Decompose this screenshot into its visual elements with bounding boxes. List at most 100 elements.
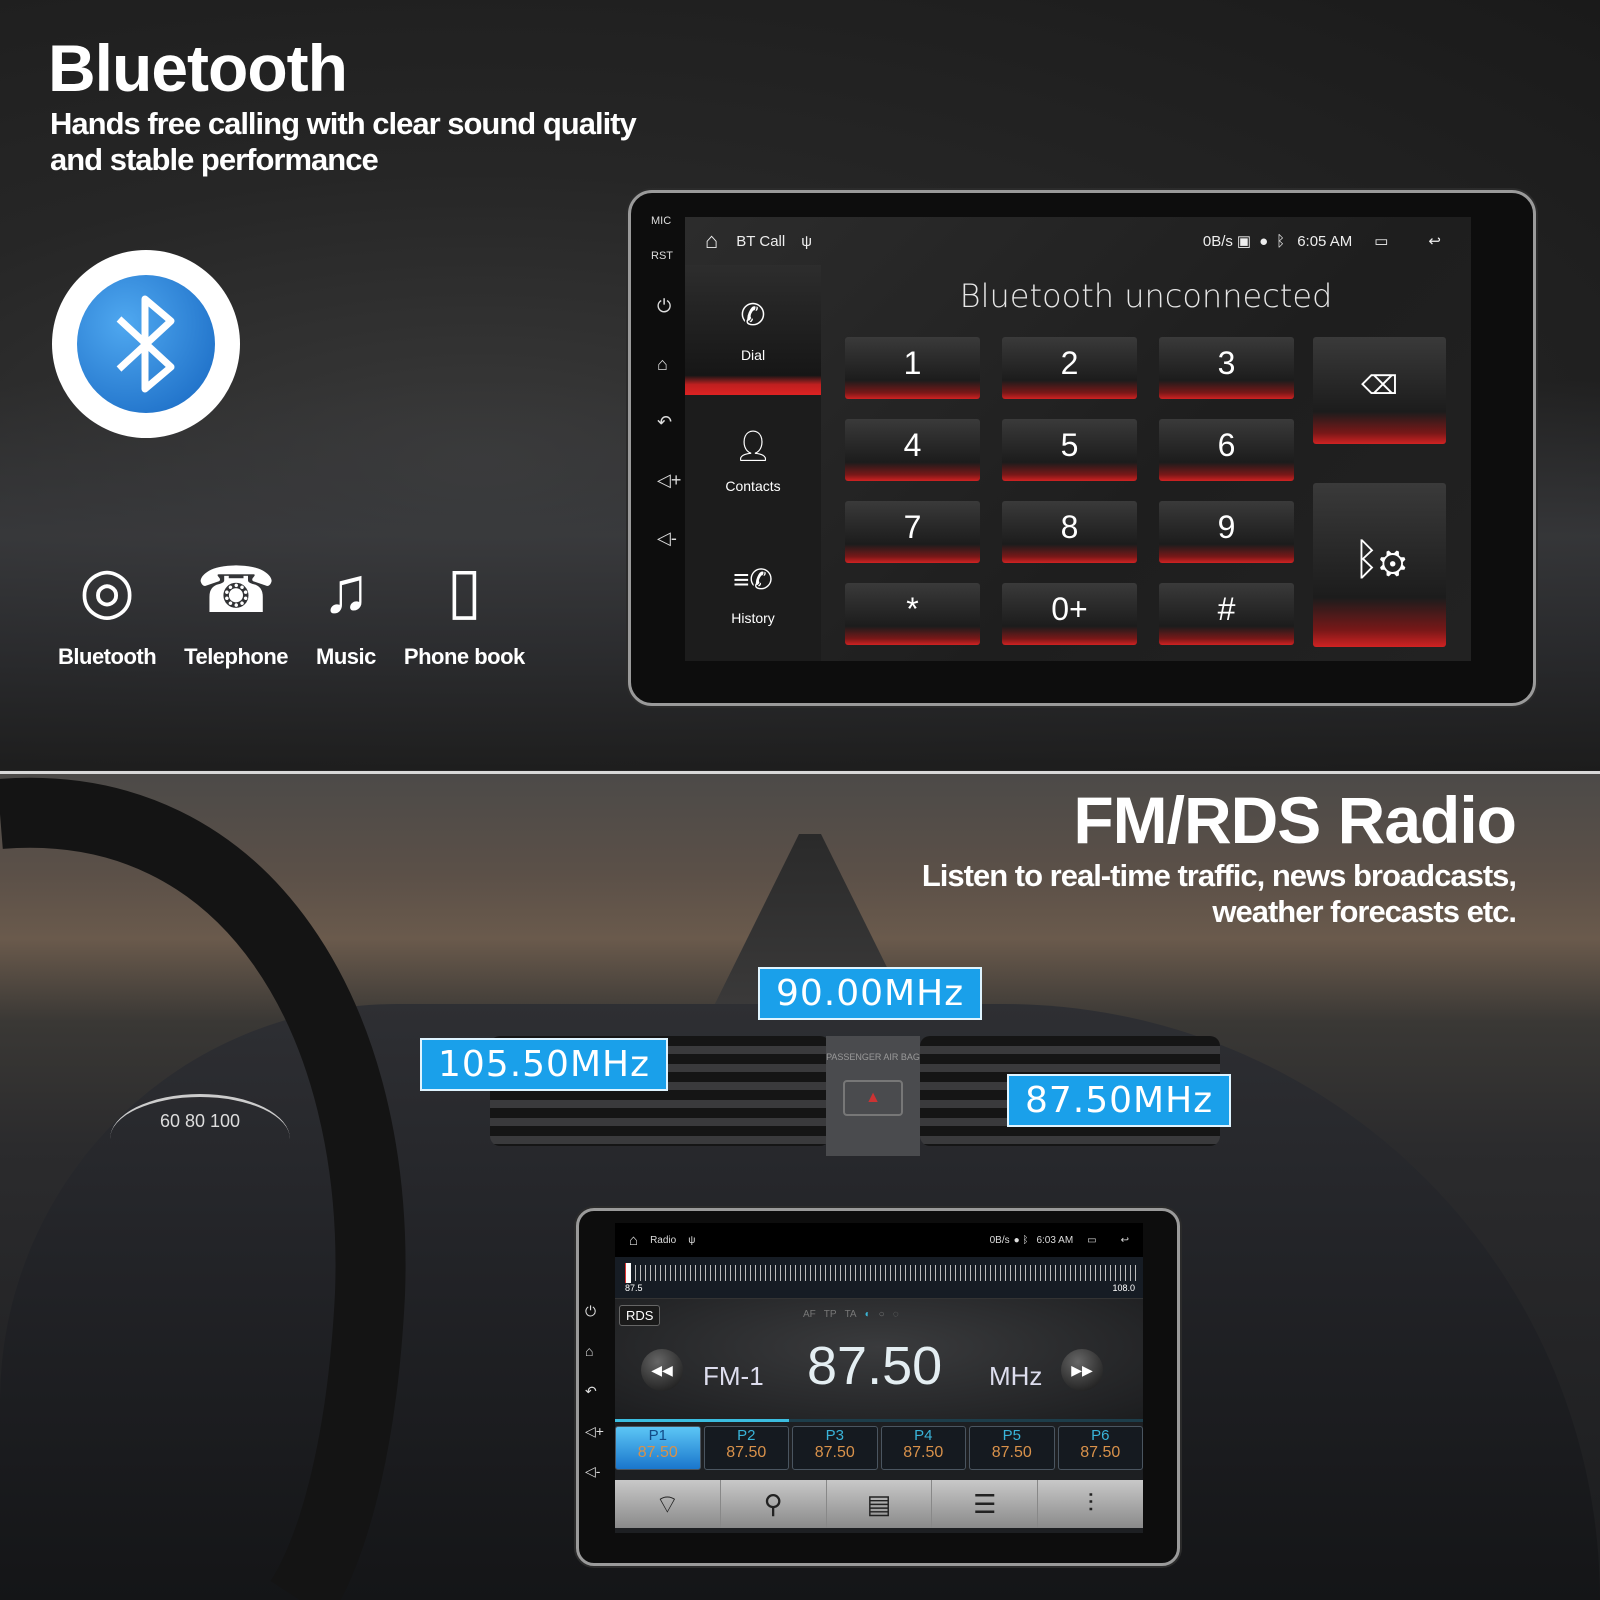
home-icon[interactable]: ⌂ xyxy=(585,1331,604,1371)
subtitle-line: weather forecasts etc. xyxy=(1212,894,1517,929)
list-search-button[interactable]: ☰ xyxy=(932,1480,1039,1528)
preset-3[interactable]: P3 87.50 xyxy=(792,1426,878,1470)
radio-title: FM/RDS Radio xyxy=(1073,783,1517,857)
save-button[interactable]: ▤ xyxy=(827,1480,933,1528)
back-icon[interactable]: ↶ xyxy=(657,393,677,451)
key-0-plus[interactable]: 0+ xyxy=(1002,583,1137,645)
seek-back-button[interactable]: ◀◀ xyxy=(641,1349,683,1391)
subtitle-line: Listen to real-time traffic, news broadc… xyxy=(921,858,1517,893)
volume-up-icon[interactable]: ◁+ xyxy=(657,451,681,509)
recent-apps-icon[interactable]: ▭ xyxy=(1087,1235,1096,1246)
nav-label: Dial xyxy=(740,346,766,363)
speedometer: 60 80 100 xyxy=(110,1094,290,1184)
key-4[interactable]: 4 xyxy=(845,419,980,481)
band-label: FM-1 xyxy=(703,1361,764,1391)
preset-value: 87.50 xyxy=(726,1444,767,1461)
preset-value: 87.50 xyxy=(637,1444,678,1461)
frequency-unit: MHz xyxy=(989,1361,1043,1391)
scale-ticks xyxy=(625,1265,1139,1281)
preset-6[interactable]: P6 87.50 xyxy=(1057,1426,1143,1470)
feature-label: Bluetooth xyxy=(58,644,157,669)
home-icon[interactable]: ⌂ xyxy=(629,1232,638,1249)
preset-value: 87.50 xyxy=(1080,1444,1121,1461)
key-7[interactable]: 7 xyxy=(845,501,980,563)
steering-wheel xyxy=(0,777,406,1600)
recent-apps-icon[interactable]: ▭ xyxy=(1374,232,1388,250)
key-3[interactable]: 3 xyxy=(1159,337,1294,399)
power-icon[interactable]: ⏻ xyxy=(657,277,677,335)
home-icon[interactable]: ⌂ xyxy=(705,228,718,254)
bluetooth-icon xyxy=(77,275,215,413)
bt-head-unit: MIC RST ⏻ ⌂ ↶ ◁+ ◁- ⌂ BT Call ψ 0B/s ▣ ●… xyxy=(628,190,1536,706)
loc-icon[interactable]: ◐ xyxy=(865,1309,871,1320)
frequency-callout: 87.50MHz xyxy=(1007,1074,1232,1127)
radio-screen: ⌂ Radio ψ 0B/s ● ᛒ 6:03 AM ▭ ↩ 87.5 108.… xyxy=(615,1223,1143,1533)
tuning-scale[interactable]: 87.5 108.0 xyxy=(615,1257,1143,1299)
key-hash[interactable]: # xyxy=(1159,583,1294,645)
location-icon: ● xyxy=(1259,232,1269,250)
key-8[interactable]: 8 xyxy=(1002,501,1137,563)
nav-history[interactable]: ≡✆ History xyxy=(685,528,821,661)
home-icon[interactable]: ⌂ xyxy=(657,335,677,393)
key-9[interactable]: 9 xyxy=(1159,501,1294,563)
signal-button[interactable]: ⌔ xyxy=(615,1480,721,1528)
search-icon: ⚲ xyxy=(763,1488,783,1519)
airbag-label: PASSENGER AIR BAG xyxy=(826,1052,920,1062)
equalizer-button[interactable]: ⫶ xyxy=(1038,1480,1143,1528)
preset-label: P5 xyxy=(1002,1427,1021,1444)
volume-down-icon[interactable]: ◁- xyxy=(585,1451,604,1491)
tp-flag[interactable]: TP xyxy=(824,1309,837,1320)
af-flag[interactable]: AF xyxy=(803,1309,816,1320)
preset-1[interactable]: P1 87.50 xyxy=(615,1426,701,1470)
app-name: BT Call xyxy=(736,232,786,250)
backspace-button[interactable]: ⌫ xyxy=(1313,337,1446,444)
hardware-buttons: ⏻ ⌂ ↶ ◁+ ◁- xyxy=(585,1291,604,1491)
radio-toolbar: ⌔ ⚲ ▤ ☰ ⫶ xyxy=(615,1480,1143,1528)
call-history-icon: ≡✆ xyxy=(733,564,773,595)
preset-value: 87.50 xyxy=(814,1444,855,1461)
nav-dial[interactable]: ✆ Dial xyxy=(685,265,821,395)
backspace-icon: ⌫ xyxy=(1361,370,1398,400)
bluetooth-section: Bluetooth Hands free calling with clear … xyxy=(0,0,1600,772)
key-2[interactable]: 2 xyxy=(1002,337,1137,399)
back-icon[interactable]: ↩ xyxy=(1121,1235,1129,1246)
ta-flag[interactable]: TA xyxy=(845,1309,857,1320)
nav-contacts[interactable]: 👤︎ Contacts xyxy=(685,395,821,528)
key-star[interactable]: * xyxy=(845,583,980,645)
preset-4[interactable]: P4 87.50 xyxy=(880,1426,966,1470)
search-icon[interactable]: ○ xyxy=(879,1309,885,1320)
volume-down-icon[interactable]: ◁- xyxy=(657,509,677,567)
nav-label: Contacts xyxy=(725,478,781,494)
volume-up-icon[interactable]: ◁+ xyxy=(585,1411,604,1451)
power-icon[interactable]: ⏻ xyxy=(585,1291,604,1331)
cast-icon: ▣ xyxy=(1236,233,1252,250)
preset-value: 87.50 xyxy=(903,1444,944,1461)
scale-max: 108.0 xyxy=(1112,1283,1135,1293)
bt-nav: ✆ Dial 👤︎ Contacts ≡✆ History xyxy=(685,265,821,661)
key-5[interactable]: 5 xyxy=(1002,419,1137,481)
preset-2[interactable]: P2 87.50 xyxy=(703,1426,789,1470)
status-bar: ⌂ BT Call ψ 0B/s ▣ ● ᛒ 6:05 AM ▭ ↩ xyxy=(685,217,1471,265)
bluetooth-settings-button[interactable]: ᛒ⚙ xyxy=(1313,483,1446,647)
app-name: Radio xyxy=(650,1234,677,1246)
key-1[interactable]: 1 xyxy=(845,337,980,399)
key-6[interactable]: 6 xyxy=(1159,419,1294,481)
search-button[interactable]: ⚲ xyxy=(721,1480,827,1528)
back-icon[interactable]: ↩ xyxy=(1428,232,1441,250)
airbag-panel: PASSENGER AIR BAG ▲ xyxy=(826,1036,920,1156)
seek-forward-button[interactable]: ▶▶ xyxy=(1061,1349,1103,1391)
radio-subtitle: Listen to real-time traffic, news broadc… xyxy=(921,858,1517,930)
bluetooth-subtitle: Hands free calling with clear sound qual… xyxy=(50,106,637,178)
rds-button[interactable]: RDS xyxy=(619,1305,661,1326)
feature-bluetooth: ◎ Bluetooth xyxy=(58,548,157,670)
preset-label: P1 xyxy=(648,1427,667,1444)
radio-section: PASSENGER AIR BAG ▲ 60 80 100 FM/RDS Radi… xyxy=(0,774,1600,1600)
tuning-needle[interactable] xyxy=(625,1263,631,1283)
preset-label: P4 xyxy=(914,1427,933,1444)
network-speed: 0B/s xyxy=(989,1234,1010,1246)
preset-5[interactable]: P5 87.50 xyxy=(969,1426,1055,1470)
scan-icon[interactable]: ◌ xyxy=(893,1309,899,1320)
network-speed: 0B/s xyxy=(1202,232,1233,250)
back-icon[interactable]: ↶ xyxy=(585,1371,604,1411)
phone-icon: ✆ xyxy=(740,298,766,332)
